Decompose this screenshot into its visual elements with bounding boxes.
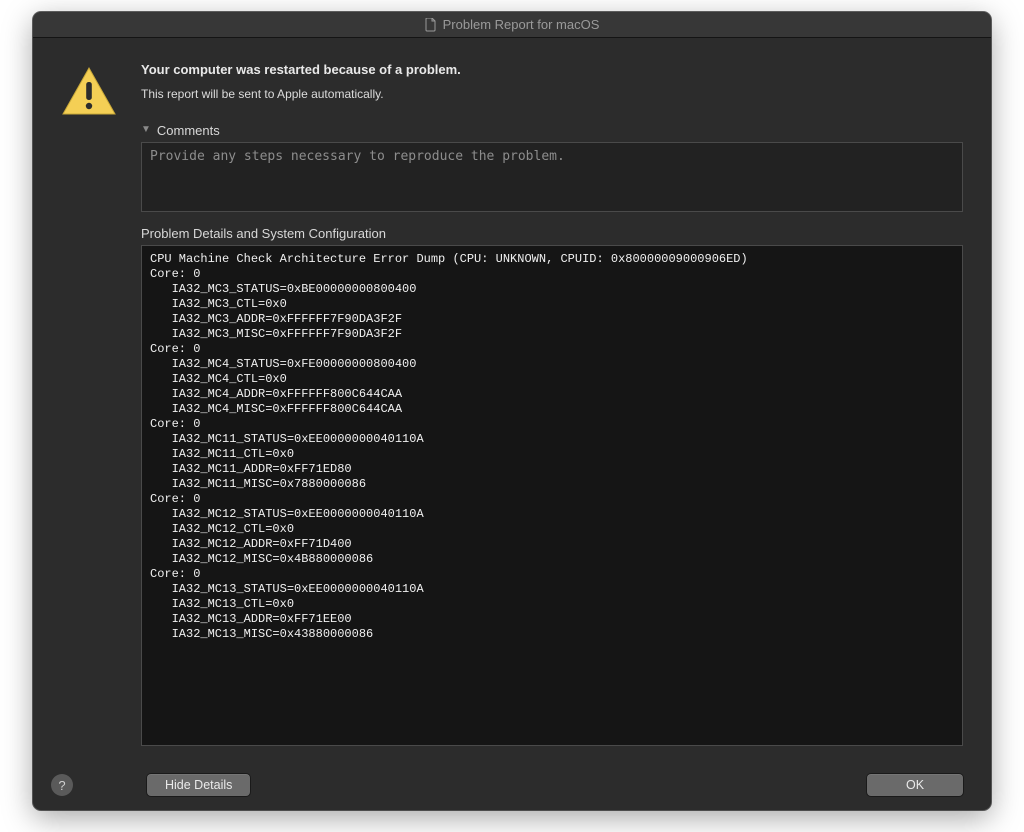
icon-column: [61, 62, 121, 760]
titlebar[interactable]: Problem Report for macOS: [33, 12, 991, 38]
hide-details-button[interactable]: Hide Details: [147, 774, 250, 796]
comments-label: Comments: [157, 123, 220, 138]
problem-report-window: Problem Report for macOS Your computer w…: [33, 12, 991, 810]
main-column: Your computer was restarted because of a…: [141, 62, 963, 760]
window-title: Problem Report for macOS: [443, 17, 600, 32]
heading: Your computer was restarted because of a…: [141, 62, 963, 77]
comments-header[interactable]: ▼ Comments: [141, 123, 963, 138]
help-button[interactable]: ?: [51, 774, 73, 796]
document-icon: [425, 18, 437, 32]
details-textbox[interactable]: CPU Machine Check Architecture Error Dum…: [141, 245, 963, 746]
subheading: This report will be sent to Apple automa…: [141, 87, 963, 101]
ok-button[interactable]: OK: [867, 774, 963, 796]
disclosure-triangle-icon: ▼: [141, 125, 151, 135]
comments-textarea[interactable]: [141, 142, 963, 212]
footer: ? Hide Details OK: [33, 760, 991, 810]
details-label: Problem Details and System Configuration: [141, 226, 963, 241]
content-area: Your computer was restarted because of a…: [33, 38, 991, 760]
warning-icon: [61, 103, 117, 120]
